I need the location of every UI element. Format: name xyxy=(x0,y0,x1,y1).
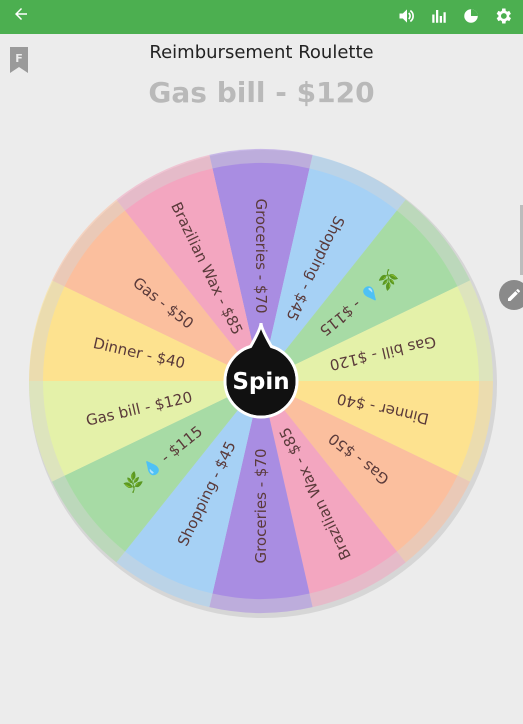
wheel-segment-label: Groceries - $70 xyxy=(252,448,270,563)
pencil-icon xyxy=(508,288,520,301)
wheel-segment-label-group: Groceries - $70 xyxy=(252,198,270,313)
spin-wheel[interactable]: Groceries - $70 Shopping - $45🌿 💧 - $115G… xyxy=(0,0,523,720)
wheel-segment-label-group: Groceries - $70 xyxy=(252,448,270,563)
wheel-segment-label: Groceries - $70 xyxy=(252,198,270,313)
spin-label: Spin xyxy=(232,369,289,395)
edit-button[interactable] xyxy=(499,280,523,310)
wheel-area: Groceries - $70 Shopping - $45 🌿 💧 - $115 G… xyxy=(0,0,523,720)
